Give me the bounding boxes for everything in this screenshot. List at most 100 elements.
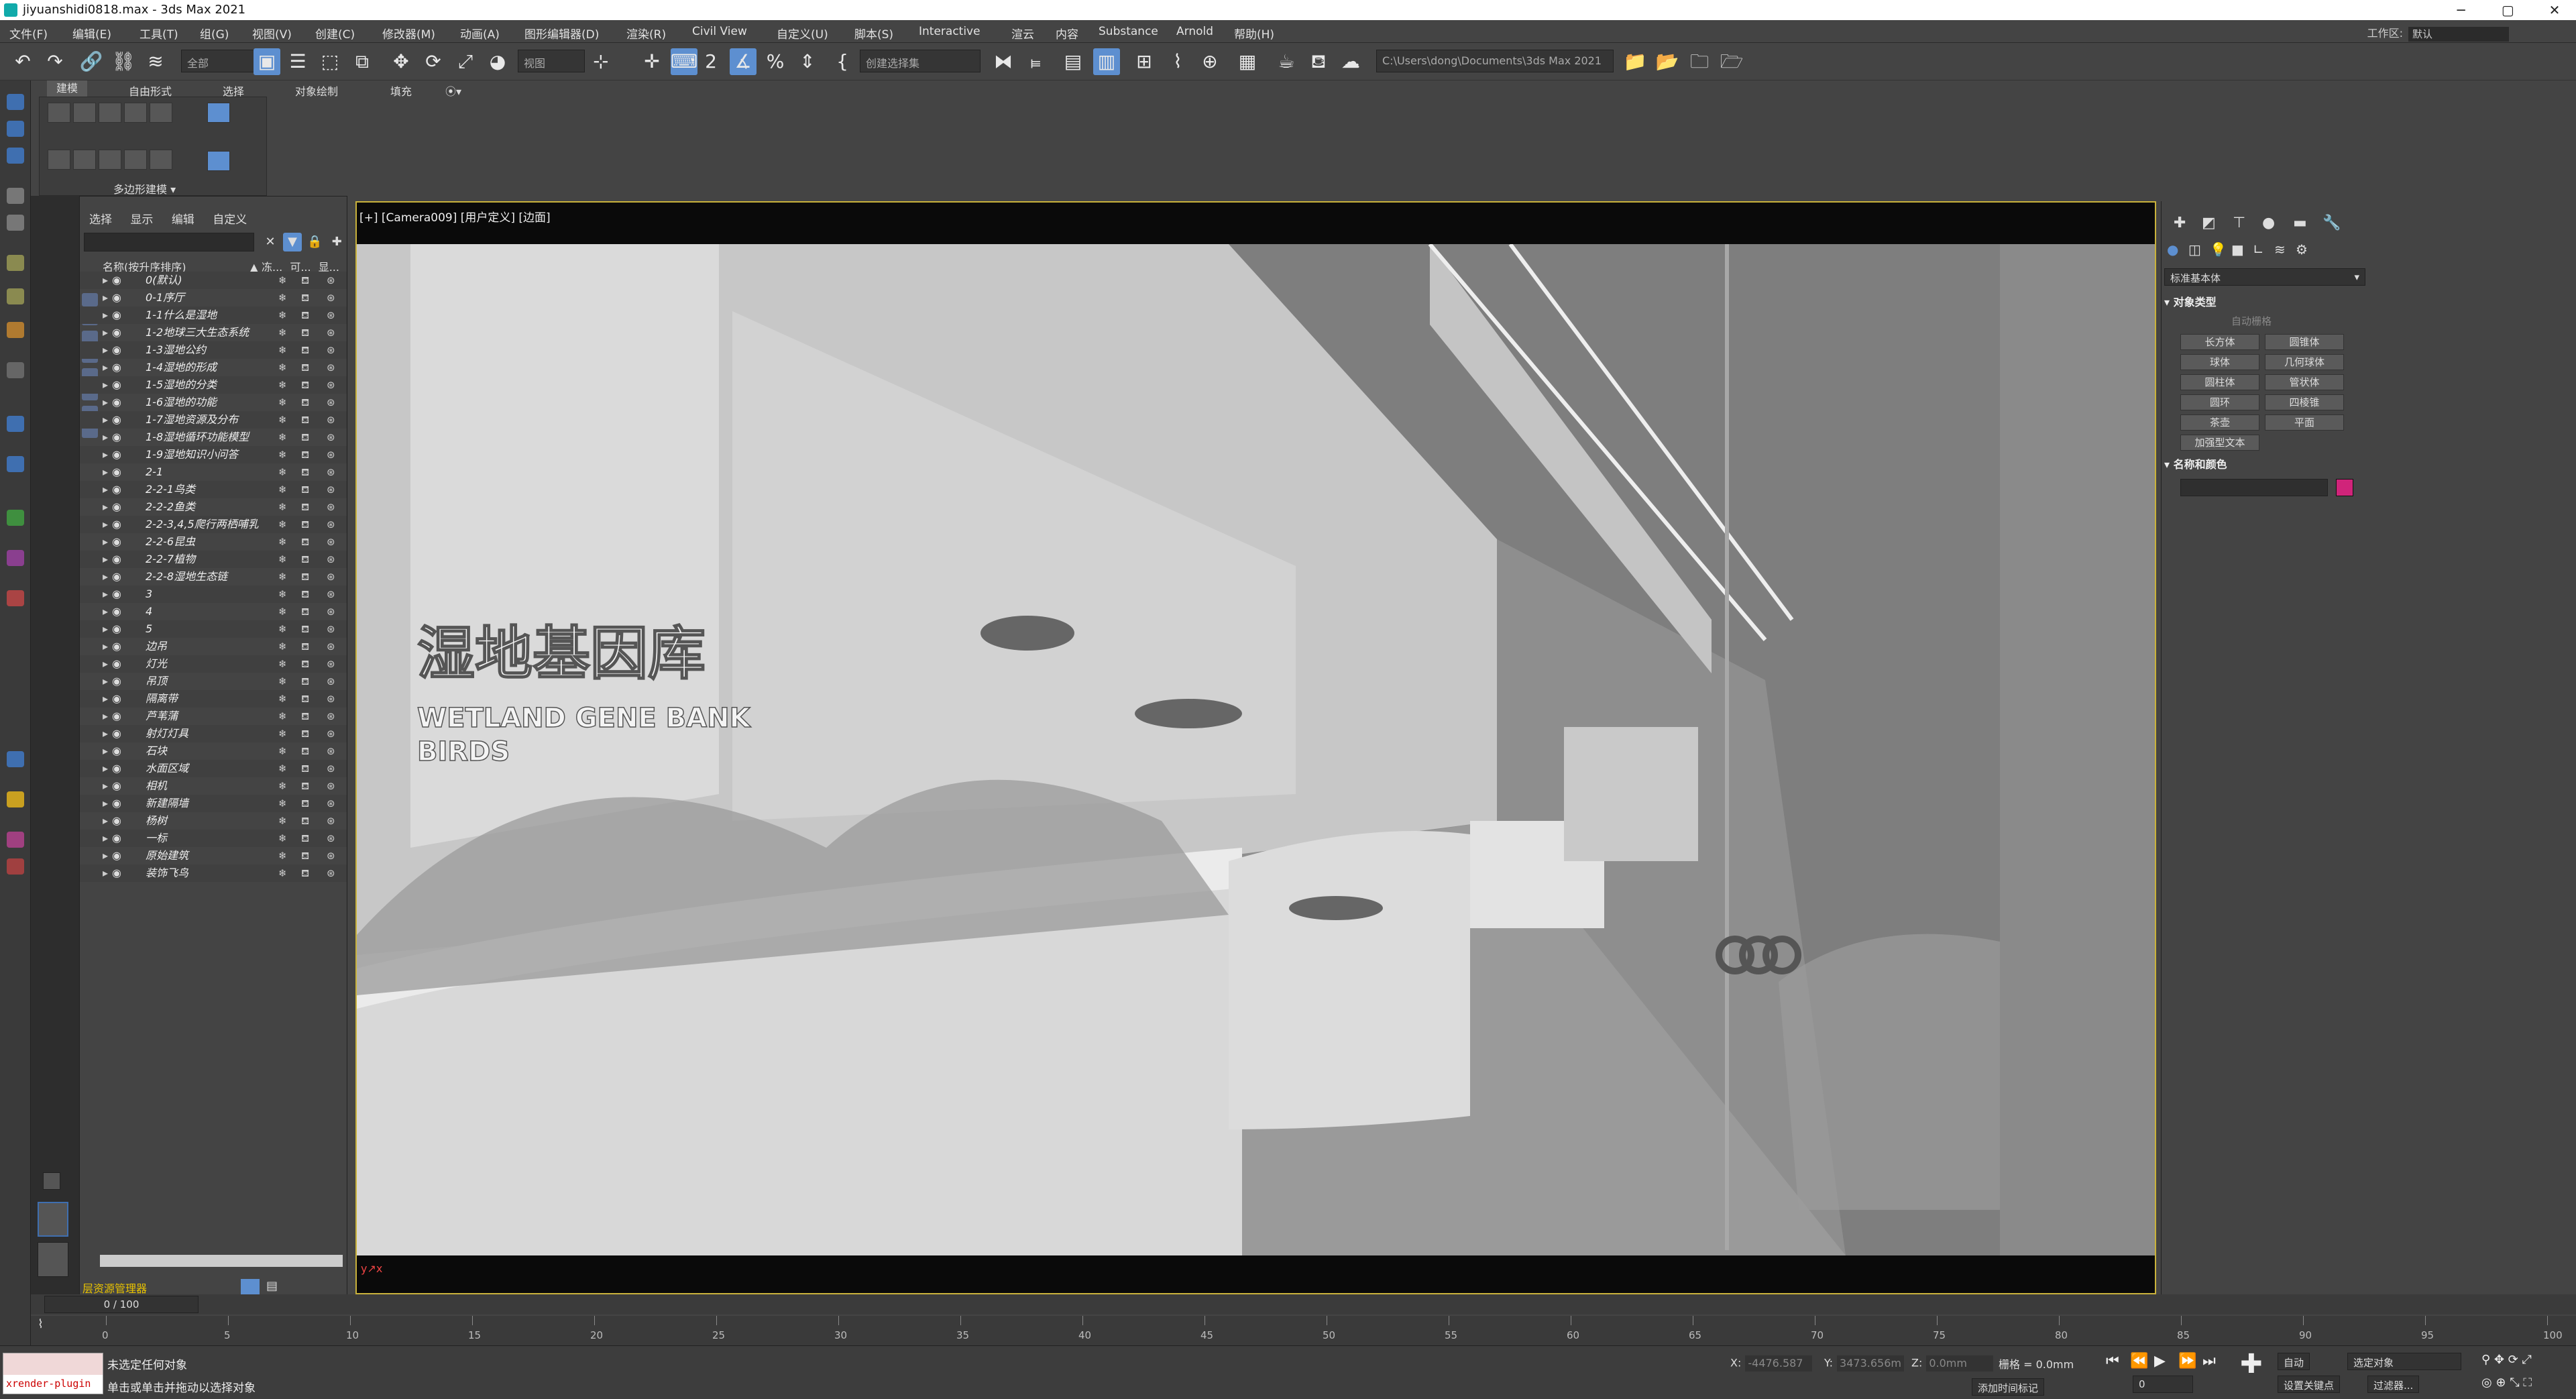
teapot-icon[interactable] [7,255,24,271]
explorer-name-dropdown[interactable]: 层资源管理器 [82,1280,147,1296]
render-teapot-icon[interactable]: ⛾ [301,725,309,742]
layer-row[interactable]: ▸ ◉ 新建隔墙 ❄ ⛾ ⊛ [80,795,347,812]
layer-row[interactable]: ▸ ◉ 1-6湿地的功能 ❄ ⛾ ⊛ [80,394,347,411]
render-teapot-icon[interactable]: ⛾ [301,585,309,603]
render-teapot-icon[interactable]: ⛾ [301,690,309,708]
display-icon[interactable]: ⊛ [327,376,335,394]
expand-arrow-icon[interactable]: ▸ [103,359,108,376]
render-teapot-icon[interactable]: ⛾ [301,603,309,620]
name-color-header[interactable]: ▾ 名称和颜色 [2164,456,2365,473]
shape-icon[interactable] [7,751,24,767]
ribbon-tool-button[interactable] [48,150,70,170]
freeze-icon[interactable]: ❄ [278,341,287,359]
display-icon[interactable]: ⊛ [327,306,335,324]
set-key-icon[interactable]: ✚ [2240,1349,2263,1380]
ribbon-tab-modeling[interactable]: 建模 [47,80,88,97]
display-icon[interactable]: ⊛ [327,638,335,655]
create-panel-icon[interactable]: ✚ [2174,215,2186,231]
render-teapot-icon[interactable]: ⛾ [301,655,309,673]
ribbon-tool-button[interactable] [73,150,96,170]
create-tab-icon[interactable] [7,121,24,137]
curve-editor-mini-icon[interactable]: ⌇ [38,1317,44,1331]
time-slider[interactable]: 0 / 100 [44,1296,199,1313]
freeze-icon[interactable]: ❄ [278,551,287,568]
schematic-view-icon[interactable]: ⊞ [1131,48,1158,75]
select-icon[interactable] [7,510,24,526]
visibility-eye-icon[interactable]: ◉ [112,463,121,481]
ribbon-tool-button[interactable] [73,103,96,123]
layer-row[interactable]: ▸ ◉ 1-7湿地资源及分布 ❄ ⛾ ⊛ [80,411,347,429]
folder-settings-icon[interactable]: 🗁 [1718,48,1745,75]
layer-row[interactable]: ▸ ◉ 1-3湿地公约 ❄ ⛾ ⊛ [80,341,347,359]
expand-arrow-icon[interactable]: ▸ [103,708,108,725]
render-production-icon[interactable]: ⛾ [1305,48,1332,75]
maxscript-output[interactable]: xrender-plugin [3,1375,103,1394]
reference-coord-dropdown[interactable]: 视图 [518,50,585,72]
expand-arrow-icon[interactable]: ▸ [103,289,108,306]
display-icon[interactable]: ⊛ [327,394,335,411]
layer-row[interactable]: ▸ ◉ 芦苇蒲 ❄ ⛾ ⊛ [80,708,347,725]
layer-row[interactable]: ▸ ◉ 2-2-2鱼类 ❄ ⛾ ⊛ [80,498,347,516]
render-teapot-icon[interactable]: ⛾ [301,812,309,830]
ribbon-settings-icon[interactable]: ⦿▾ [445,82,461,99]
modify-tab-icon[interactable] [7,148,24,164]
visibility-eye-icon[interactable]: ◉ [112,812,121,830]
freeze-icon[interactable]: ❄ [278,864,287,882]
render-setup-icon[interactable]: ▦ [1234,48,1261,75]
scene-explorer-icon[interactable]: ▥ [1093,48,1120,75]
text-plus-button[interactable]: 加强型文本 [2180,435,2259,451]
visibility-eye-icon[interactable]: ◉ [112,272,121,289]
menu-help[interactable]: 帮助(H) [1234,25,1274,42]
selection-filter-dropdown[interactable]: 全部 [181,50,255,72]
maxscript-listener[interactable]: xrender-plugin [3,1353,103,1394]
visibility-eye-icon[interactable]: ◉ [112,795,121,812]
visibility-eye-icon[interactable]: ◉ [112,341,121,359]
freeze-icon[interactable]: ❄ [278,812,287,830]
window-crossing-icon[interactable]: ⧉ [349,48,376,75]
expand-arrow-icon[interactable]: ▸ [103,620,108,638]
freeze-icon[interactable]: ❄ [278,620,287,638]
ribbon-tool-button[interactable] [150,103,172,123]
play-icon[interactable]: ▶ [2154,1353,2166,1369]
layer-row[interactable]: ▸ ◉ 2-2-7植物 ❄ ⛾ ⊛ [80,551,347,568]
visibility-eye-icon[interactable]: ◉ [112,847,121,864]
project-path-dropdown[interactable]: C:\Users\dong\Documents\3ds Max 2021 [1376,50,1614,72]
render-teapot-icon[interactable]: ⛾ [301,708,309,725]
color-icon[interactable] [7,832,24,848]
place-icon[interactable]: ◕ [484,48,511,75]
ribbon-tool-button[interactable] [150,150,172,170]
key-filter-dropdown[interactable]: 选定对象 [2347,1353,2461,1370]
object-type-header[interactable]: ▾ 对象类型 [2164,294,2365,311]
minimize-button[interactable]: ─ [2440,0,2483,20]
rect-selection-icon[interactable]: ⬚ [317,48,343,75]
expand-arrow-icon[interactable]: ▸ [103,690,108,708]
freeze-icon[interactable]: ❄ [278,429,287,446]
visibility-eye-icon[interactable]: ◉ [112,742,121,760]
layer-row[interactable]: ▸ ◉ 一标 ❄ ⛾ ⊛ [80,830,347,847]
unlink-icon[interactable]: ⛓ [110,48,137,75]
render-teapot-icon[interactable]: ⛾ [301,394,309,411]
freeze-icon[interactable]: ❄ [278,603,287,620]
explorer-layer-button[interactable] [38,1202,68,1237]
goto-start-icon[interactable]: ⏮ [2106,1353,2119,1369]
z-coordinate[interactable]: Z: 0.0mm [1911,1355,1994,1372]
expand-arrow-icon[interactable]: ▸ [103,673,108,690]
freeze-icon[interactable]: ❄ [278,306,287,324]
layer-row[interactable]: ▸ ◉ 2-1 ❄ ⛾ ⊛ [80,463,347,481]
keyboard-shortcut-toggle-icon[interactable]: ⌨ [671,48,697,75]
edit-named-selection-icon[interactable]: { [829,48,856,75]
expand-arrow-icon[interactable]: ▸ [103,516,108,533]
angle-snap-icon[interactable]: ∡ [730,48,757,75]
y-coordinate[interactable]: Y: 3473.656m [1824,1355,1905,1372]
ribbon-tab-populate[interactable]: 填充 [390,82,412,99]
expand-arrow-icon[interactable]: ▸ [103,795,108,812]
render-teapot-icon[interactable]: ⛾ [301,551,309,568]
display-icon[interactable]: ⊛ [327,603,335,620]
display-icon[interactable]: ⊛ [327,463,335,481]
display-icon[interactable]: ⊛ [327,795,335,812]
expand-arrow-icon[interactable]: ▸ [103,272,108,289]
expand-arrow-icon[interactable]: ▸ [103,376,108,394]
display-icon[interactable]: ⊛ [327,551,335,568]
render-teapot-icon[interactable]: ⛾ [301,481,309,498]
named-selection-dropdown[interactable]: 创建选择集 [860,50,981,72]
